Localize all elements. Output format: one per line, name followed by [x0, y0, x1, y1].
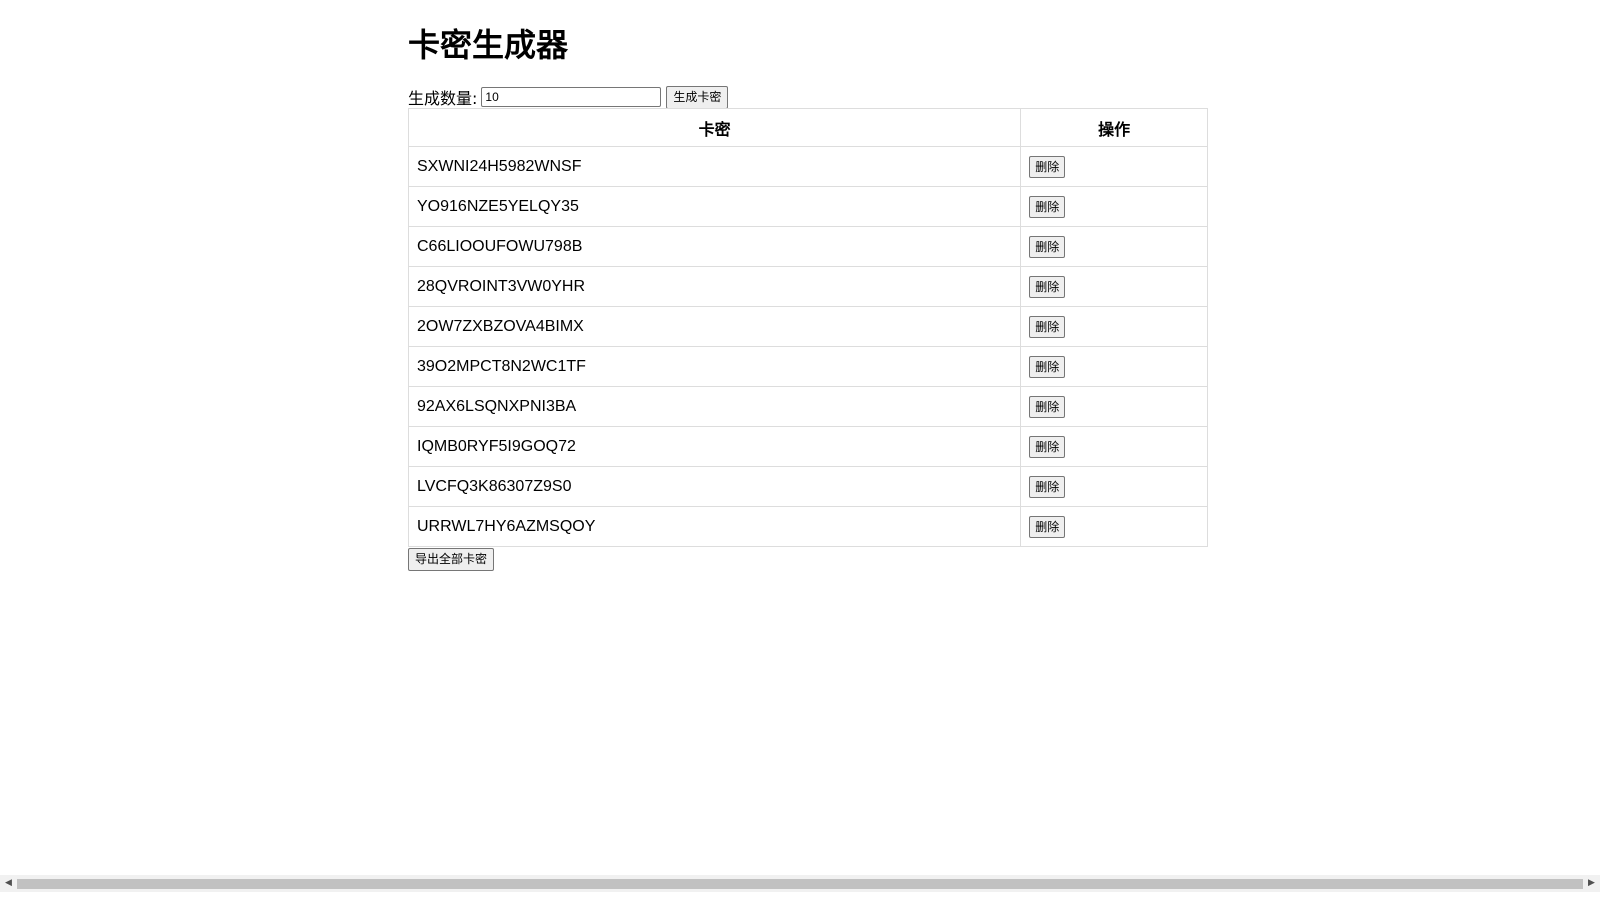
table-row: 28QVROINT3VW0YHR 删除	[407, 266, 1208, 307]
header-key: 卡密	[407, 108, 1022, 147]
table-row: 92AX6LSQNXPNI3BA 删除	[407, 386, 1208, 427]
action-cell: 删除	[1020, 306, 1208, 347]
generate-button[interactable]: 生成卡密	[666, 85, 729, 109]
triangle-left-icon[interactable]: ◀	[0, 875, 17, 892]
page-title: 卡密生成器	[408, 26, 569, 64]
delete-button[interactable]: 删除	[1029, 315, 1066, 338]
delete-button[interactable]: 删除	[1029, 395, 1066, 418]
table-row: YO916NZE5YELQY35 删除	[407, 186, 1208, 227]
delete-button[interactable]: 删除	[1029, 195, 1066, 218]
table-row: URRWL7HY6AZMSQOY 删除	[407, 506, 1208, 547]
generator-controls: 生成数量: 生成卡密	[408, 85, 729, 109]
export-all-button[interactable]: 导出全部卡密	[408, 548, 495, 571]
table-row: SXWNI24H5982WNSF 删除	[407, 146, 1208, 187]
header-action: 操作	[1020, 108, 1208, 147]
delete-button[interactable]: 删除	[1029, 235, 1066, 258]
action-cell: 删除	[1020, 146, 1208, 187]
action-cell: 删除	[1020, 466, 1208, 507]
card-key-cell: 39O2MPCT8N2WC1TF	[407, 346, 1022, 387]
card-key-cell: 2OW7ZXBZOVA4BIMX	[407, 306, 1022, 347]
delete-button[interactable]: 删除	[1029, 475, 1066, 498]
action-cell: 删除	[1020, 266, 1208, 307]
card-key-cell: LVCFQ3K86307Z9S0	[407, 466, 1022, 507]
table-row: 39O2MPCT8N2WC1TF 删除	[407, 346, 1208, 387]
card-key-cell: IQMB0RYF5I9GOQ72	[407, 426, 1022, 467]
delete-button[interactable]: 删除	[1029, 155, 1066, 178]
table-row: 2OW7ZXBZOVA4BIMX 删除	[407, 306, 1208, 347]
card-key-cell: SXWNI24H5982WNSF	[407, 146, 1022, 187]
delete-button[interactable]: 删除	[1029, 515, 1066, 538]
card-key-cell: YO916NZE5YELQY35	[407, 186, 1022, 227]
table-header-row: 卡密 操作	[407, 108, 1208, 147]
table-row: LVCFQ3K86307Z9S0 删除	[407, 466, 1208, 507]
card-key-cell: URRWL7HY6AZMSQOY	[407, 506, 1022, 547]
card-key-cell: 92AX6LSQNXPNI3BA	[407, 386, 1022, 427]
delete-button[interactable]: 删除	[1029, 355, 1066, 378]
page-container: 卡密生成器 生成数量: 生成卡密 卡密 操作 SXWNI24H5982WNSF …	[407, 0, 1208, 571]
action-cell: 删除	[1020, 186, 1208, 227]
action-cell: 删除	[1020, 386, 1208, 427]
action-cell: 删除	[1020, 226, 1208, 267]
action-cell: 删除	[1020, 426, 1208, 467]
delete-button[interactable]: 删除	[1029, 435, 1066, 458]
count-label: 生成数量:	[408, 89, 478, 108]
triangle-right-icon[interactable]: ▶	[1583, 875, 1600, 892]
action-cell: 删除	[1020, 346, 1208, 387]
delete-button[interactable]: 删除	[1029, 275, 1066, 298]
card-key-cell: C66LIOOUFOWU798B	[407, 226, 1022, 267]
action-cell: 删除	[1020, 506, 1208, 547]
count-input[interactable]	[481, 87, 662, 107]
card-key-cell: 28QVROINT3VW0YHR	[407, 266, 1022, 307]
table-row: C66LIOOUFOWU798B 删除	[407, 226, 1208, 267]
horizontal-scrollbar[interactable]: ◀ ▶	[0, 875, 1600, 892]
scrollbar-thumb[interactable]	[17, 879, 1583, 889]
card-key-table: 卡密 操作 SXWNI24H5982WNSF 删除 YO916NZE5YELQY…	[407, 108, 1208, 547]
table-row: IQMB0RYF5I9GOQ72 删除	[407, 426, 1208, 467]
